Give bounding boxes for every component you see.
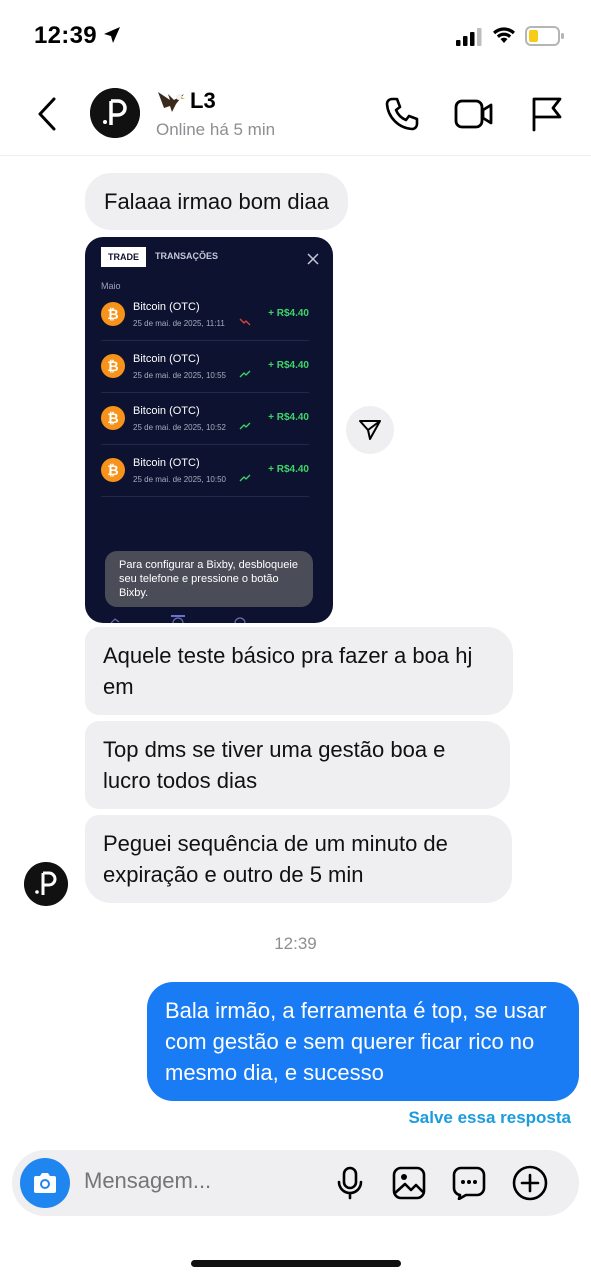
- trade-asset: Bitcoin (OTC): [133, 405, 200, 417]
- contact-status: Online há 5 min: [156, 120, 276, 139]
- status-bar: 12:39: [0, 0, 591, 72]
- trade-amount: + R$4.40: [268, 360, 309, 371]
- bitcoin-icon: ₿: [101, 302, 125, 326]
- message-bubble-incoming[interactable]: Falaaa irmao bom diaa: [85, 173, 349, 230]
- trade-asset: Bitcoin (OTC): [133, 301, 200, 313]
- bitcoin-icon: ₿: [101, 406, 125, 430]
- trend-up-icon: [239, 422, 251, 430]
- close-icon: [307, 253, 319, 265]
- plus-icon[interactable]: [512, 1165, 548, 1201]
- trade-date: 25 de mai. de 2025, 10:55: [133, 371, 226, 380]
- phone-call-icon[interactable]: [384, 96, 420, 132]
- cellular-signal-icon: [456, 28, 482, 46]
- trade-asset: Bitcoin (OTC): [133, 353, 200, 365]
- microphone-icon[interactable]: [334, 1166, 366, 1200]
- trade-row: ₿ Bitcoin (OTC) 25 de mai. de 2025, 10:5…: [101, 341, 309, 393]
- trend-down-icon: [239, 318, 251, 326]
- bixby-toast: Para configurar a Bixby, desbloqueie seu…: [105, 551, 313, 607]
- screenshot-tab-transactions: TRANSAÇÕES: [155, 251, 219, 261]
- gallery-icon[interactable]: [392, 1166, 426, 1200]
- camera-icon: [34, 1173, 56, 1193]
- trade-date: 25 de mai. de 2025, 10:52: [133, 423, 226, 432]
- contact-name: L3: [190, 88, 216, 113]
- trade-row: ₿ Bitcoin (OTC) 25 de mai. de 2025, 11:1…: [101, 289, 309, 341]
- trend-up-icon: [239, 474, 251, 482]
- trade-date: 25 de mai. de 2025, 10:50: [133, 475, 226, 484]
- trade-amount: + R$4.40: [268, 412, 309, 423]
- bitcoin-icon: ₿: [101, 354, 125, 378]
- share-button[interactable]: [346, 406, 394, 454]
- message-bubble-incoming[interactable]: Peguei sequência de um minuto de expiraç…: [85, 815, 512, 903]
- sender-avatar[interactable]: [24, 862, 68, 906]
- trade-date: 25 de mai. de 2025, 11:11: [133, 319, 225, 328]
- report-flag-icon[interactable]: [530, 96, 564, 132]
- contact-avatar[interactable]: [90, 88, 140, 138]
- home-indicator[interactable]: [191, 1260, 401, 1267]
- trade-amount: + R$4.40: [268, 464, 309, 475]
- location-arrow-icon: [104, 27, 120, 43]
- trade-amount: + R$4.40: [268, 308, 309, 319]
- eagle-emoji-icon: [158, 92, 185, 112]
- paper-plane-icon: [359, 420, 381, 440]
- video-call-icon[interactable]: [454, 98, 494, 130]
- camera-button[interactable]: [20, 1158, 70, 1208]
- wifi-icon: [493, 27, 515, 43]
- trade-row: ₿ Bitcoin (OTC) 25 de mai. de 2025, 10:5…: [101, 445, 309, 497]
- trade-asset: Bitcoin (OTC): [133, 457, 200, 469]
- sticker-icon[interactable]: [452, 1166, 486, 1200]
- contact-name-row[interactable]: L3: [156, 88, 216, 114]
- status-time: 12:39: [34, 22, 97, 49]
- battery-icon: [525, 26, 564, 46]
- shared-screenshot-image[interactable]: TRADE TRANSAÇÕES Maio ₿ Bitcoin (OTC) 25…: [85, 237, 333, 623]
- trade-row: ₿ Bitcoin (OTC) 25 de mai. de 2025, 10:5…: [101, 393, 309, 445]
- message-bubble-outgoing[interactable]: Bala irmão, a ferramenta é top, se usar …: [147, 982, 579, 1101]
- message-composer: [12, 1150, 579, 1216]
- back-chevron-icon[interactable]: [36, 96, 58, 132]
- trend-up-icon: [239, 370, 251, 378]
- save-reply-link[interactable]: Salve essa resposta: [408, 1108, 571, 1128]
- bitcoin-icon: ₿: [101, 458, 125, 482]
- message-bubble-incoming[interactable]: Top dms se tiver uma gestão boa e lucro …: [85, 721, 510, 809]
- message-bubble-incoming[interactable]: Aquele teste básico pra fazer a boa hj e…: [85, 627, 513, 715]
- message-input[interactable]: [84, 1168, 324, 1194]
- screenshot-tab-trade: TRADE: [101, 247, 146, 267]
- chat-header: L3 Online há 5 min: [0, 72, 591, 156]
- message-timestamp: 12:39: [274, 934, 317, 953]
- screenshot-bottom-nav: [110, 615, 246, 623]
